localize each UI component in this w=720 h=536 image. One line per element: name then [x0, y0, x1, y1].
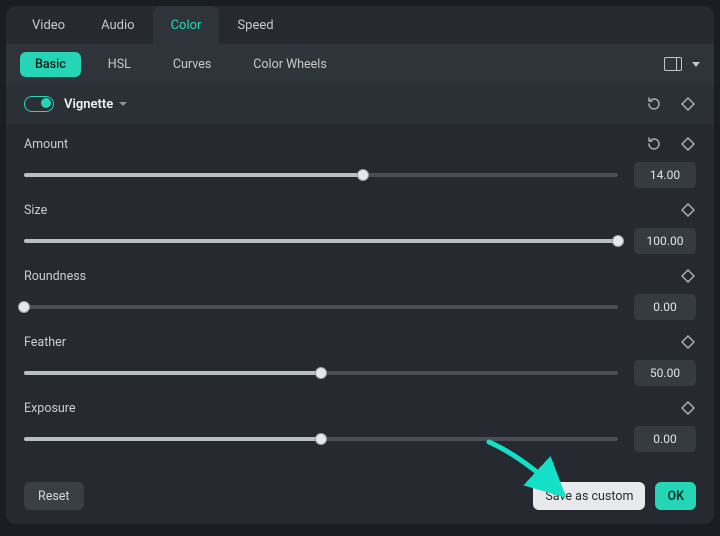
- layout-icon[interactable]: [664, 57, 682, 71]
- section-reset-icon[interactable]: [646, 96, 662, 112]
- roundness-value[interactable]: 0.00: [634, 294, 696, 320]
- subtab-basic[interactable]: Basic: [20, 52, 81, 77]
- exposure-value[interactable]: 0.00: [634, 426, 696, 452]
- amount-slider[interactable]: [24, 173, 618, 177]
- vignette-toggle[interactable]: [24, 96, 54, 112]
- amount-keyframe-icon[interactable]: [680, 136, 696, 152]
- reset-button[interactable]: Reset: [24, 482, 84, 510]
- footer: Reset Save as custom OK: [6, 472, 714, 524]
- amount-reset-icon[interactable]: [646, 136, 662, 152]
- param-exposure: Exposure 0.00: [24, 400, 696, 452]
- sub-tabs: Basic HSL Curves Color Wheels: [6, 44, 714, 84]
- roundness-keyframe-icon[interactable]: [680, 268, 696, 284]
- tab-video[interactable]: Video: [14, 6, 83, 44]
- param-feather: Feather 50.00: [24, 334, 696, 386]
- section-caret-icon[interactable]: [119, 102, 127, 106]
- feather-keyframe-icon[interactable]: [680, 334, 696, 350]
- exposure-keyframe-icon[interactable]: [680, 400, 696, 416]
- tab-audio[interactable]: Audio: [83, 6, 152, 44]
- size-slider[interactable]: [24, 239, 618, 243]
- subtab-hsl[interactable]: HSL: [93, 52, 146, 77]
- param-label: Amount: [24, 137, 68, 152]
- feather-value[interactable]: 50.00: [634, 360, 696, 386]
- tab-speed[interactable]: Speed: [219, 6, 291, 44]
- param-label: Size: [24, 203, 47, 218]
- section-title: Vignette: [64, 97, 113, 112]
- roundness-slider[interactable]: [24, 305, 618, 309]
- param-label: Roundness: [24, 269, 86, 284]
- size-value[interactable]: 100.00: [634, 228, 696, 254]
- param-size: Size 100.00: [24, 202, 696, 254]
- exposure-slider[interactable]: [24, 437, 618, 441]
- param-roundness: Roundness 0.00: [24, 268, 696, 320]
- size-keyframe-icon[interactable]: [680, 202, 696, 218]
- ok-button[interactable]: OK: [655, 482, 696, 510]
- amount-value[interactable]: 14.00: [634, 162, 696, 188]
- subtab-curves[interactable]: Curves: [158, 52, 226, 77]
- chevron-down-icon[interactable]: [692, 62, 700, 67]
- param-label: Feather: [24, 335, 66, 350]
- section-keyframe-icon[interactable]: [680, 96, 696, 112]
- section-header: Vignette: [6, 84, 714, 124]
- tab-color[interactable]: Color: [153, 6, 220, 44]
- param-label: Exposure: [24, 401, 76, 416]
- top-tabs: Video Audio Color Speed: [6, 6, 714, 44]
- save-as-custom-button[interactable]: Save as custom: [533, 482, 645, 510]
- sliders-area: Amount 14.00 Size: [6, 124, 714, 472]
- param-amount: Amount 14.00: [24, 136, 696, 188]
- feather-slider[interactable]: [24, 371, 618, 375]
- subtab-color-wheels[interactable]: Color Wheels: [238, 52, 342, 77]
